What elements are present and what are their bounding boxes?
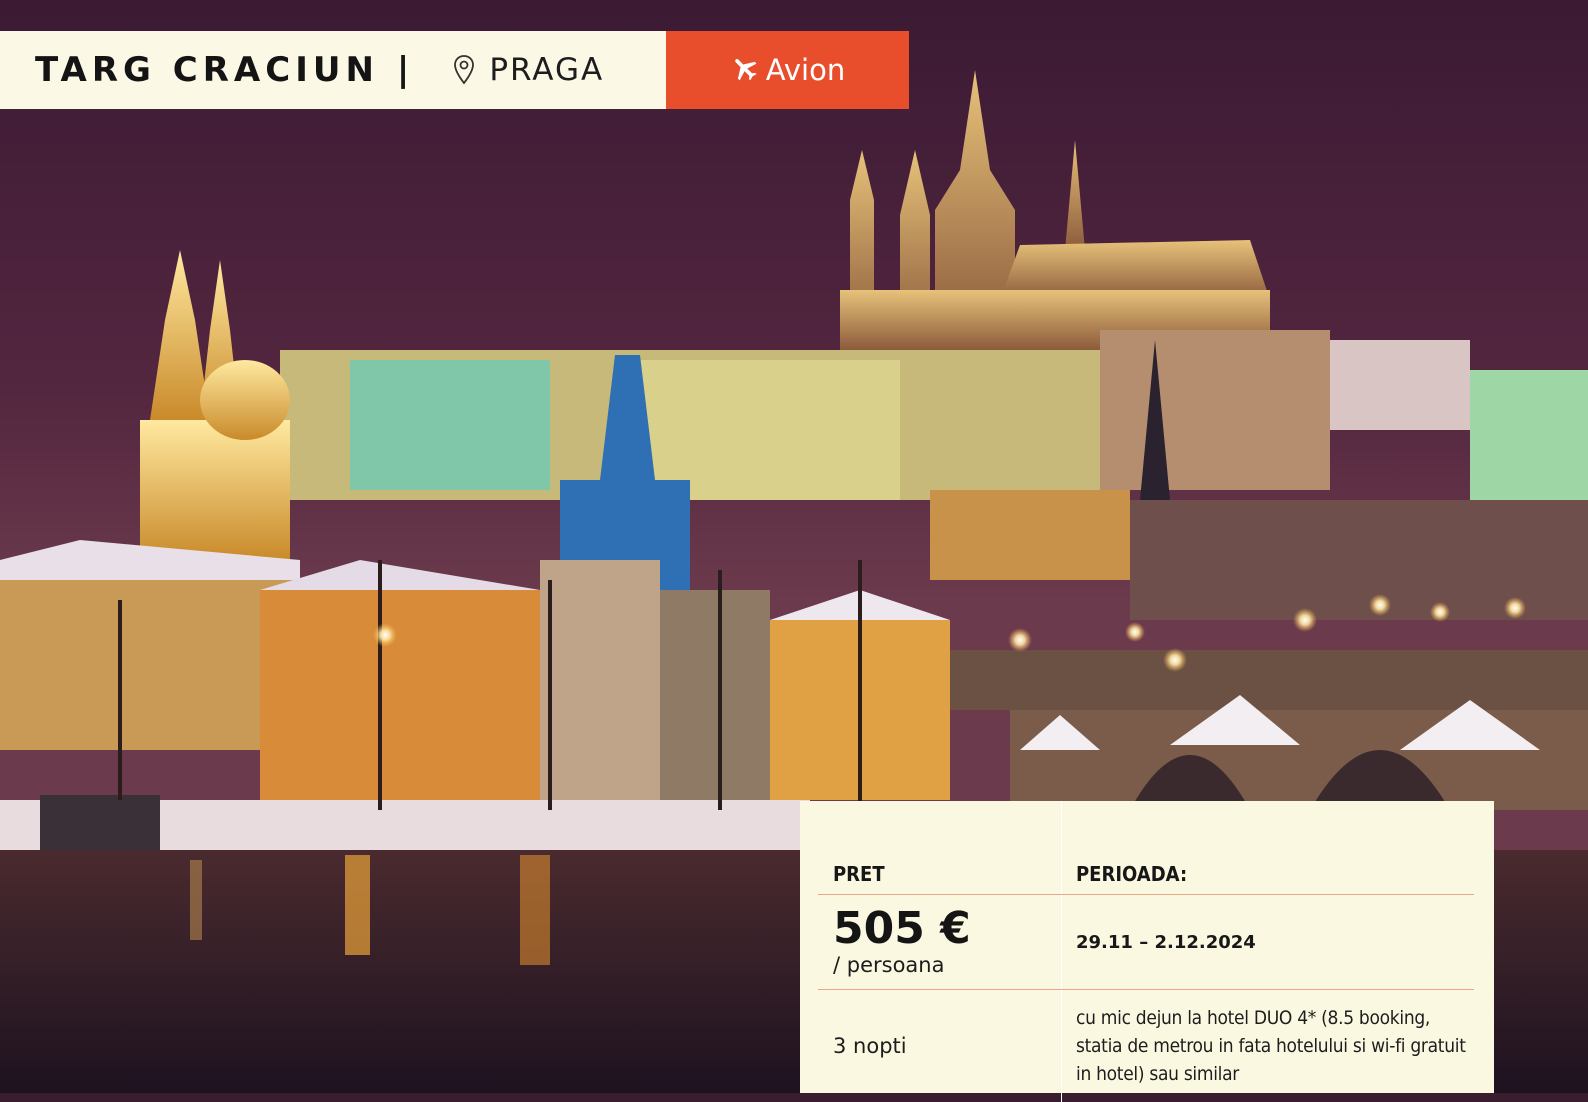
table-row: 505 € / persoana 29.11 – 2.12.2024 (818, 895, 1474, 990)
hotel-details: cu mic dejun la hotel DUO 4* (8.5 bookin… (1076, 1007, 1466, 1085)
title-separator: | (397, 50, 409, 90)
transport-label: Avion (766, 53, 845, 87)
table-row: 3 nopti cu mic dejun la hotel DUO 4* (8.… (818, 990, 1474, 1102)
trip-title: TARG CRACIUN (35, 50, 379, 90)
airplane-icon (730, 53, 766, 87)
price-value: 505 € (833, 907, 1060, 951)
price-table: PRET PERIOADA: 505 € / persoana 29.11 – … (818, 801, 1474, 1102)
price-header: PRET (833, 862, 885, 886)
map-pin-icon (453, 54, 475, 86)
transport-badge[interactable]: Avion (666, 31, 909, 109)
price-unit: / persoana (833, 953, 1060, 977)
price-card: PRET PERIOADA: 505 € / persoana 29.11 – … (800, 801, 1494, 1093)
period-header: PERIOADA: (1076, 862, 1187, 886)
nights-count: 3 nopti (833, 1034, 907, 1058)
travel-period: 29.11 – 2.12.2024 (1076, 932, 1256, 953)
trip-title-bar: TARG CRACIUN | PRAGA (0, 31, 666, 109)
table-header-row: PRET PERIOADA: (818, 801, 1474, 895)
destination-city: PRAGA (489, 52, 604, 88)
